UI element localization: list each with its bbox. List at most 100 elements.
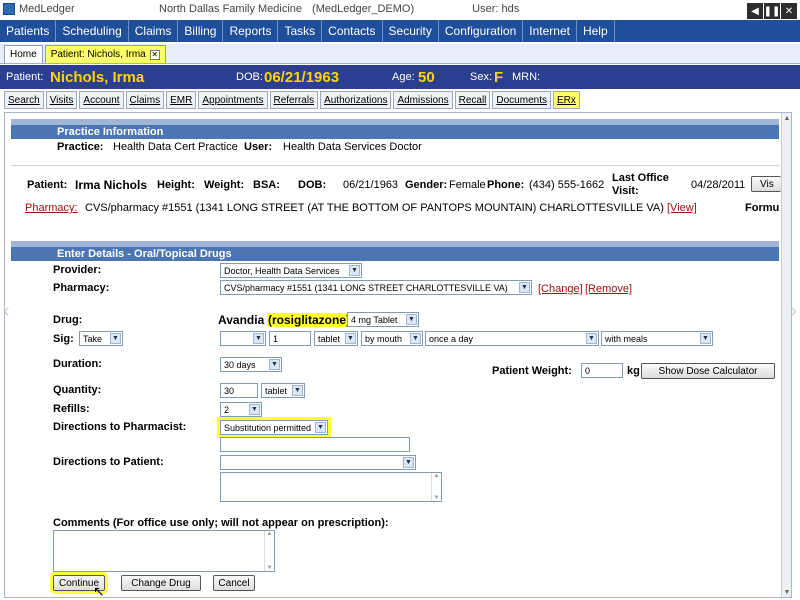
drug-generic: (rosiglitazone)	[267, 313, 352, 327]
menu-patients[interactable]: Patients	[0, 20, 57, 42]
cancel-button[interactable]: Cancel	[213, 575, 255, 591]
menu-configuration[interactable]: Configuration	[439, 20, 524, 42]
chevron-down-icon: ▼	[315, 422, 326, 433]
textarea-scrollbar[interactable]: ▲ ▼	[431, 473, 441, 501]
directions-pharmacist-select[interactable]: Substitution permitted ▼	[217, 417, 331, 438]
scroll-up-icon[interactable]: ▲	[782, 113, 791, 123]
pharmacy-value: CVS/pharmacy #1551 (1341 LONG STREET CHA…	[224, 282, 508, 293]
subtab-appointments[interactable]: Appointments	[198, 91, 268, 109]
change-pharmacy-link[interactable]: [Change]	[538, 283, 583, 295]
view-pharmacy-link[interactable]: [View]	[667, 202, 697, 214]
subtab-referrals[interactable]: Referrals	[269, 91, 319, 109]
scroll-down-icon[interactable]: ▼	[782, 587, 791, 597]
patient-weight-input[interactable]: 0	[581, 363, 623, 378]
menu-internet[interactable]: Internet	[523, 20, 577, 42]
tab-home[interactable]: Home	[4, 45, 43, 63]
subtab-account[interactable]: Account	[79, 91, 124, 109]
pi-last-visit-label-2: Visit:	[612, 185, 639, 197]
change-drug-button[interactable]: Change Drug	[121, 575, 201, 591]
subtab-emr[interactable]: EMR	[166, 91, 197, 109]
previous-arrow-icon[interactable]: ‹	[3, 300, 10, 323]
quantity-unit-value: tablet	[265, 385, 288, 396]
pi-last-visit-label: Last Office	[612, 172, 669, 184]
directions-patient-select[interactable]: ▼	[220, 455, 416, 470]
menu-reports[interactable]: Reports	[223, 20, 279, 42]
remove-pharmacy-link[interactable]: [Remove]	[585, 283, 632, 295]
textarea-scrollbar[interactable]: ▲ ▼	[264, 531, 274, 571]
directions-pharmacist-label: Directions to Pharmacist:	[53, 421, 187, 433]
sig-route-select[interactable]: by mouth ▼	[361, 331, 423, 346]
sig-frequency-select[interactable]: once a day ▼	[425, 331, 599, 346]
show-dose-calculator-button[interactable]: Show Dose Calculator	[641, 363, 775, 379]
subtab-documents[interactable]: Documents	[492, 91, 551, 109]
sig-blank-select[interactable]: ▼	[220, 331, 266, 346]
subtab-admissions[interactable]: Admissions	[393, 91, 453, 109]
banner-mrn-label: MRN:	[512, 71, 541, 83]
content-scrollbar[interactable]: ▲ ▼	[781, 113, 791, 597]
refills-value: 2	[224, 404, 230, 415]
subtab-recall[interactable]: Recall	[454, 91, 491, 109]
practice-value: Health Data Cert Practice	[113, 141, 238, 153]
quantity-input[interactable]: 30	[220, 383, 258, 398]
sig-unit-select[interactable]: tablet ▼	[314, 331, 358, 346]
pi-phone: (434) 555-1662	[529, 179, 605, 191]
menu-billing[interactable]: Billing	[178, 20, 224, 42]
pi-gender-label: Gender:	[405, 179, 448, 191]
pi-dob-label: DOB:	[298, 179, 327, 191]
close-tab-icon[interactable]: ✕	[149, 49, 160, 60]
chevron-down-icon: ▼	[110, 333, 121, 344]
subtab-claims[interactable]: Claims	[125, 91, 165, 109]
subtab-authorizations[interactable]: Authorizations	[320, 91, 392, 109]
pi-dob: 06/21/1963	[343, 179, 399, 191]
chevron-down-icon: ▼	[292, 385, 303, 396]
chevron-down-icon: ▼	[700, 333, 711, 344]
subtab-erx[interactable]: ERx	[552, 91, 580, 109]
duration-value: 30 days	[224, 359, 256, 370]
chevron-down-icon: ▼	[403, 457, 414, 468]
provider-select[interactable]: Doctor, Health Data Services ▼	[220, 263, 362, 278]
erx-content: ▲ ▼ Practice Information Practice: Healt…	[4, 112, 792, 598]
quantity-unit-select[interactable]: tablet ▼	[261, 383, 305, 398]
subtab-search[interactable]: Search	[4, 91, 44, 109]
instance-name: (MedLedger_DEMO)	[312, 3, 415, 15]
menu-claims[interactable]: Claims	[129, 20, 179, 42]
directions-pharmacist-text[interactable]	[220, 437, 410, 452]
drug-strength-select[interactable]: 4 mg Tablet ▼	[347, 312, 419, 327]
view-visit-button[interactable]: Vis	[751, 176, 781, 192]
tab-patient[interactable]: Patient: Nichols, Irma ✕	[44, 45, 166, 63]
patient-weight-label: Patient Weight:	[492, 365, 572, 377]
duration-select[interactable]: 30 days ▼	[220, 357, 282, 372]
menu-scheduling[interactable]: Scheduling	[56, 20, 129, 42]
chevron-down-icon: ▼	[269, 359, 280, 370]
pi-last-visit: 04/28/2011	[691, 179, 746, 191]
refills-select[interactable]: 2 ▼	[220, 402, 262, 417]
comments-textarea[interactable]: ▲ ▼	[53, 530, 275, 572]
sig-action-select[interactable]: Take ▼	[79, 331, 123, 346]
banner-sex-label: Sex:	[470, 71, 493, 83]
menu-tasks[interactable]: Tasks	[278, 20, 323, 42]
pause-icon[interactable]: ❚❚	[764, 3, 780, 19]
provider-label: Provider:	[53, 264, 102, 276]
menu-security[interactable]: Security	[383, 20, 439, 42]
user-value: Health Data Services Doctor	[283, 141, 422, 153]
close-icon[interactable]: ✕	[781, 3, 797, 19]
pi-weight-label: Weight:	[204, 179, 245, 191]
practice-info-heading: Practice Information	[11, 125, 779, 139]
drug-label: Drug:	[53, 314, 83, 326]
pi-pharmacy-label[interactable]: Pharmacy:	[25, 202, 78, 214]
next-arrow-icon[interactable]: ›	[790, 300, 797, 323]
pi-gender: Female	[449, 179, 486, 191]
practice-name: North Dallas Family Medicine	[159, 3, 303, 15]
app-name: MedLedger	[19, 3, 75, 15]
chevron-down-icon: ▼	[519, 282, 530, 293]
pharmacy-select[interactable]: CVS/pharmacy #1551 (1341 LONG STREET CHA…	[220, 280, 532, 295]
back-icon[interactable]: ◀	[747, 3, 763, 19]
directions-patient-textarea[interactable]: ▲ ▼	[220, 472, 442, 502]
sig-qty-input[interactable]: 1	[269, 331, 311, 346]
chevron-down-icon: ▼	[345, 333, 356, 344]
menu-help[interactable]: Help	[577, 20, 615, 42]
practice-label: Practice:	[57, 141, 104, 153]
sig-with-select[interactable]: with meals ▼	[601, 331, 713, 346]
subtab-visits[interactable]: Visits	[45, 91, 78, 109]
menu-contacts[interactable]: Contacts	[322, 20, 383, 42]
